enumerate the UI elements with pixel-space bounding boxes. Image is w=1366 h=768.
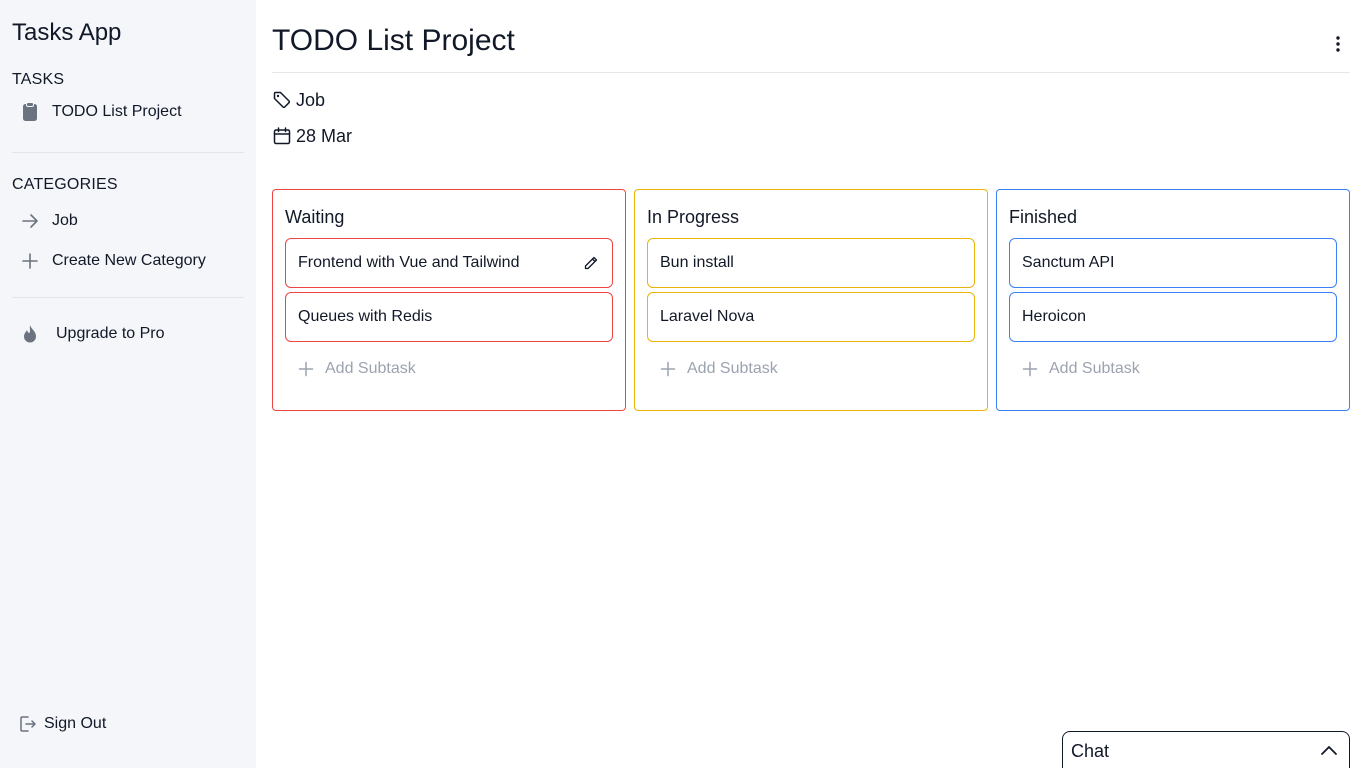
subtask-label: Sanctum API (1022, 254, 1115, 271)
subtask-card[interactable]: Frontend with Vue and Tailwind (285, 238, 613, 288)
subtask-label: Bun install (660, 254, 734, 271)
add-subtask-button[interactable]: Add Subtask (1021, 360, 1140, 378)
more-options-button[interactable] (1326, 34, 1350, 58)
app-root: Tasks App TASKS TODO List Project CATEGO… (0, 0, 1366, 768)
calendar-icon (272, 126, 292, 146)
sidebar-item-label: Job (52, 212, 78, 229)
header-divider (272, 72, 1350, 73)
column-title: In Progress (647, 207, 740, 227)
create-new-category-button[interactable]: Create New Category (12, 243, 244, 279)
sign-out-button[interactable]: Sign Out (12, 706, 106, 742)
pencil-icon[interactable] (582, 254, 600, 272)
sidebar-item-label: TODO List Project (52, 103, 182, 120)
task-category-label: Job (296, 89, 326, 110)
column-waiting: Waiting Frontend with Vue and Tailwind Q… (272, 189, 626, 411)
sidebar-item-label: Create New Category (52, 252, 206, 269)
plus-icon (1021, 360, 1039, 378)
add-subtask-button[interactable]: Add Subtask (297, 360, 416, 378)
sidebar-item-label: Upgrade to Pro (56, 325, 165, 342)
sidebar-divider (12, 297, 244, 298)
subtask-card[interactable]: Queues with Redis (285, 292, 613, 342)
sidebar-item-job[interactable]: Job (12, 203, 244, 239)
categories-heading: CATEGORIES (12, 176, 118, 193)
subtask-label: Heroicon (1022, 308, 1087, 325)
column-title: Finished (1009, 207, 1078, 227)
add-subtask-label: Add Subtask (325, 360, 416, 377)
page-title: TODO List Project (272, 24, 515, 57)
subtask-card[interactable]: Bun install (647, 238, 975, 288)
add-subtask-label: Add Subtask (687, 360, 778, 377)
subtask-label: Frontend with Vue and Tailwind (298, 254, 520, 271)
chevron-up-icon[interactable] (1319, 741, 1339, 761)
column-title: Waiting (285, 207, 345, 227)
sidebar-item-todo-list-project[interactable]: TODO List Project (12, 94, 244, 130)
fire-icon (12, 316, 48, 352)
arrow-right-icon (12, 203, 48, 239)
sidebar: Tasks App TASKS TODO List Project CATEGO… (0, 0, 256, 768)
chat-label: Chat (1071, 740, 1110, 761)
subtask-card[interactable]: Laravel Nova (647, 292, 975, 342)
plus-icon (12, 243, 48, 279)
plus-icon (659, 360, 677, 378)
column-in-progress: In Progress Bun install Laravel Nova Add… (634, 189, 988, 411)
add-subtask-button[interactable]: Add Subtask (659, 360, 778, 378)
chat-widget[interactable]: Chat (1062, 731, 1350, 768)
task-date-label: 28 Mar (296, 125, 353, 146)
task-category: Job (272, 88, 325, 112)
upgrade-to-pro-button[interactable]: Upgrade to Pro (12, 316, 244, 352)
plus-icon (297, 360, 315, 378)
app-title: Tasks App (12, 19, 122, 46)
sign-out-label: Sign Out (44, 715, 107, 732)
sidebar-divider (12, 152, 244, 153)
sign-out-icon (12, 706, 42, 742)
add-subtask-label: Add Subtask (1049, 360, 1140, 377)
column-finished: Finished Sanctum API Heroicon Add Subtas… (996, 189, 1350, 411)
subtask-label: Queues with Redis (298, 308, 433, 325)
tasks-heading: TASKS (12, 71, 65, 88)
task-date: 28 Mar (272, 124, 352, 148)
subtask-card[interactable]: Sanctum API (1009, 238, 1337, 288)
vertical-dots-icon (1336, 35, 1340, 57)
clipboard-icon (12, 94, 48, 130)
subtask-label: Laravel Nova (660, 308, 755, 325)
tag-icon (272, 90, 292, 110)
subtask-card[interactable]: Heroicon (1009, 292, 1337, 342)
